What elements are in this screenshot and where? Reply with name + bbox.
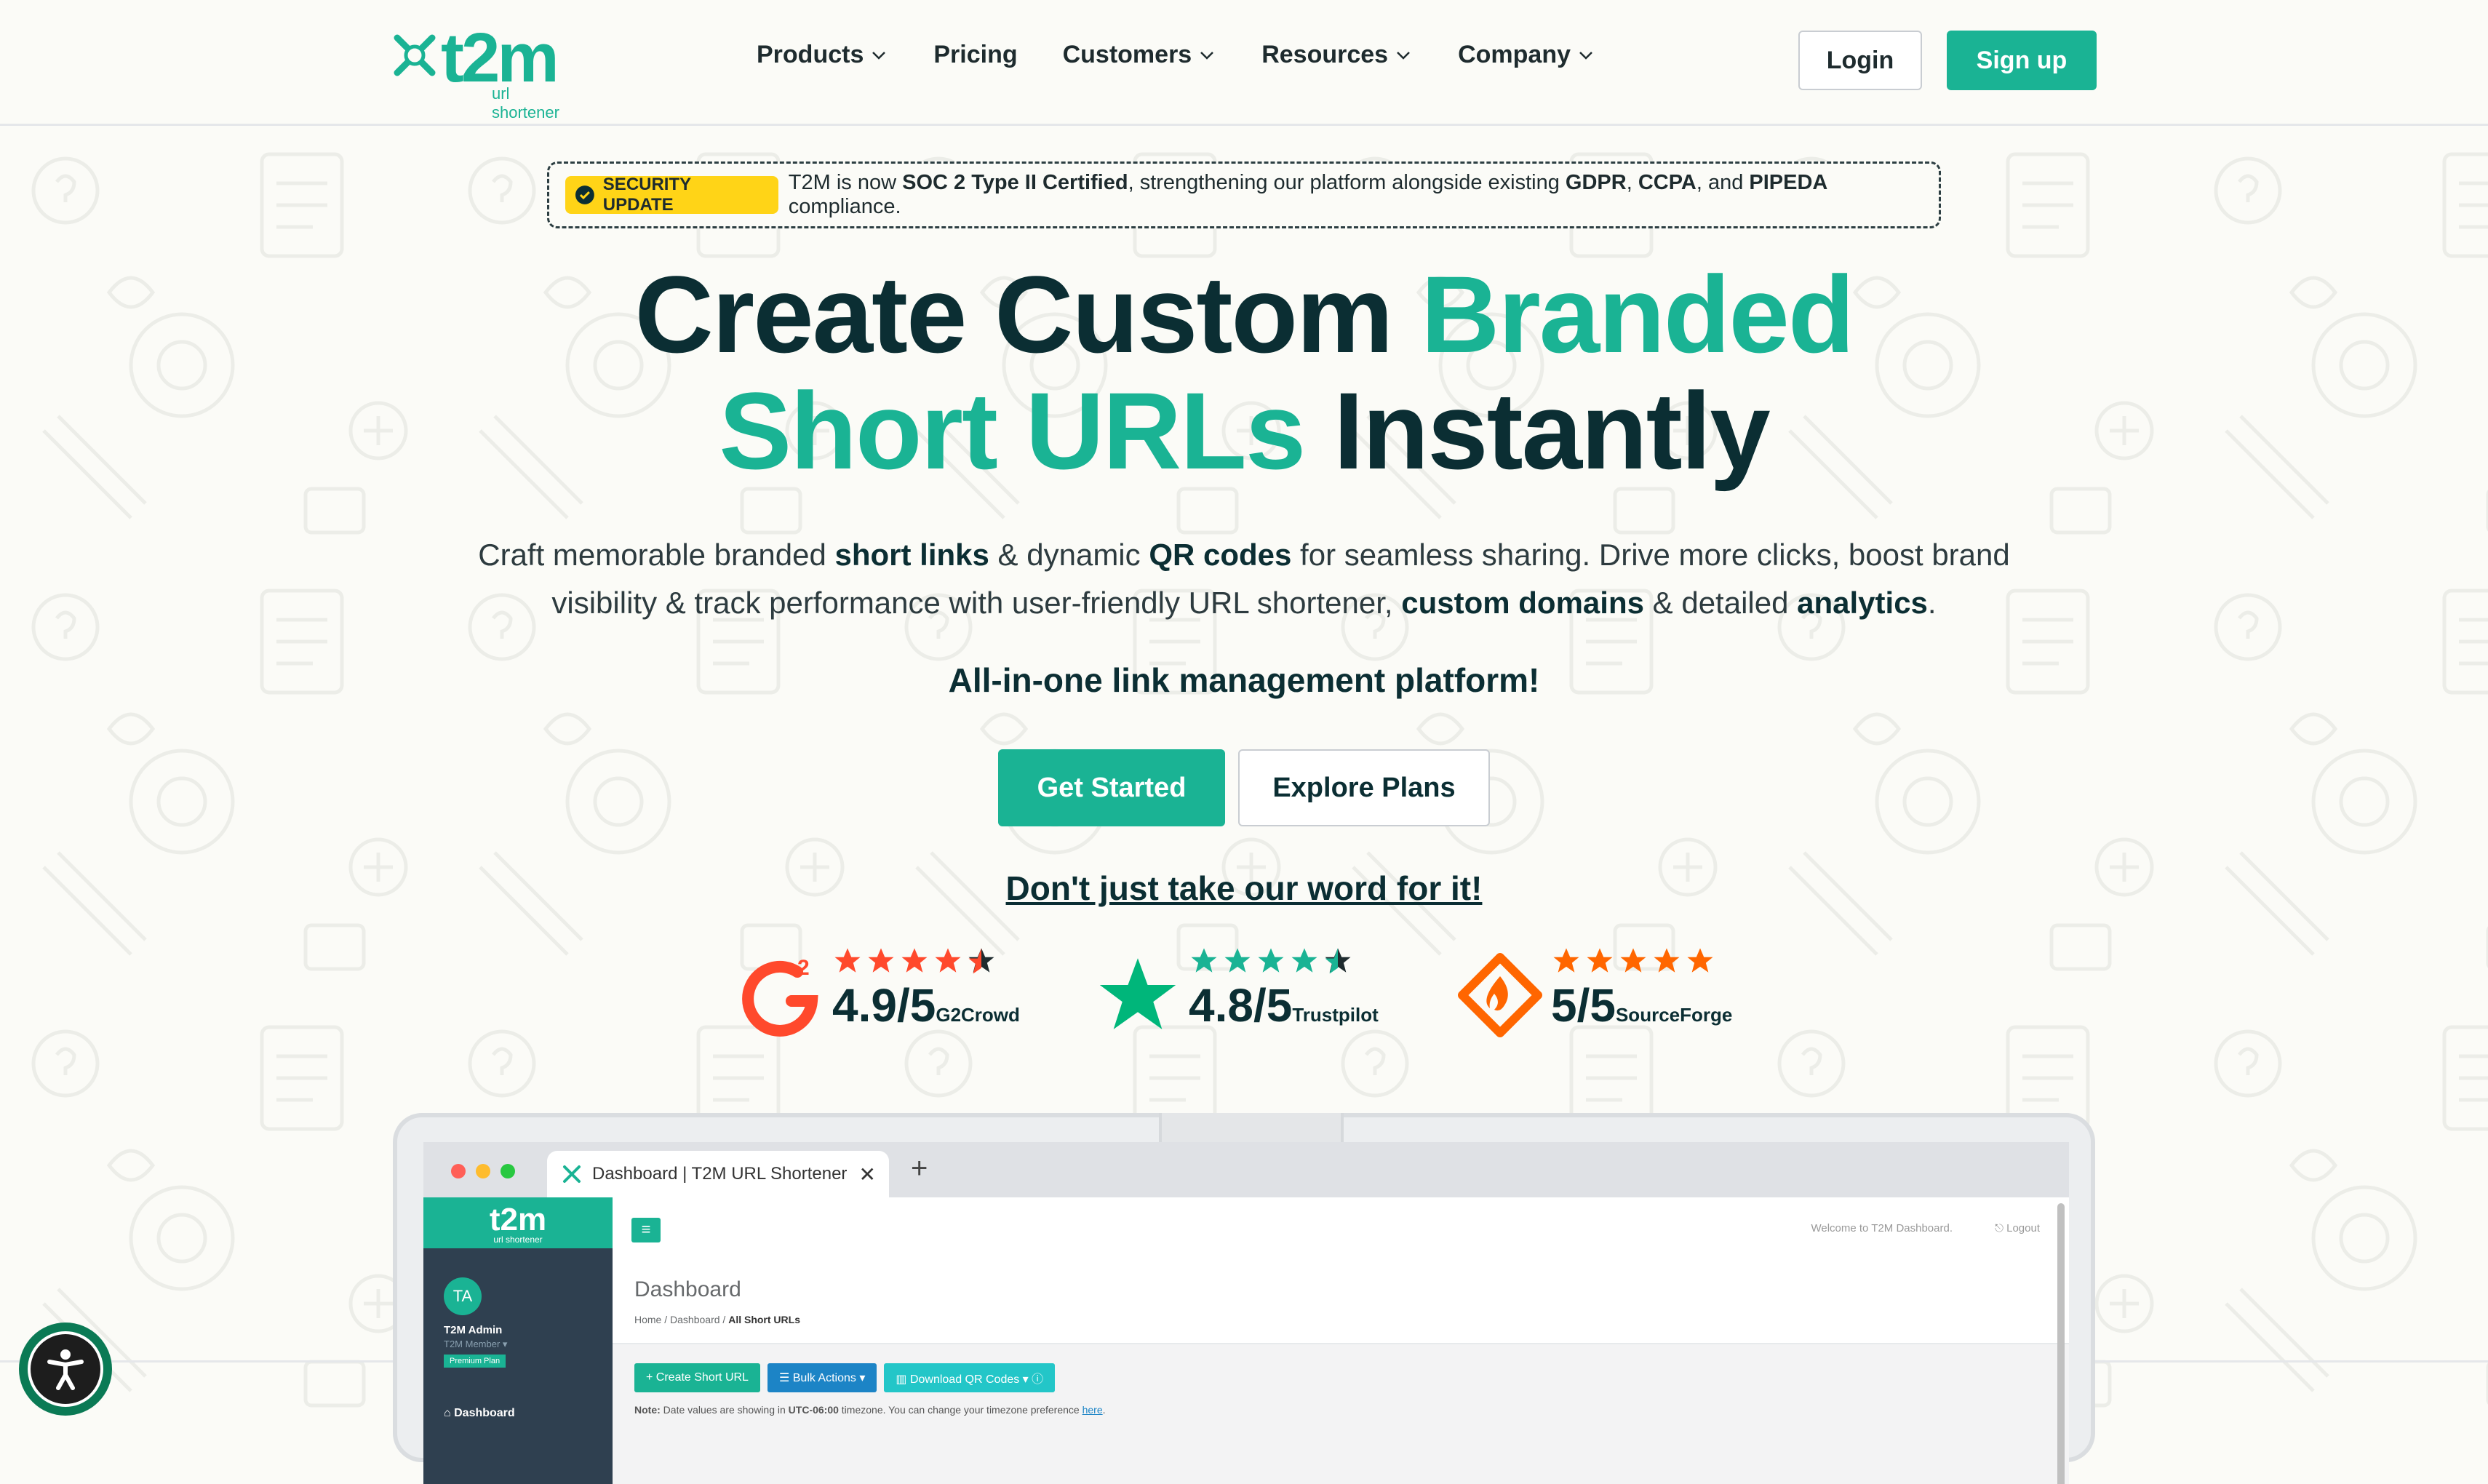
logout-link: ⎋ Logout (1995, 1222, 2040, 1234)
mockup-content: Dashboard Home / Dashboard / All Short U… (613, 1263, 2069, 1484)
svg-text:2: 2 (797, 956, 810, 980)
mockup-page-header: Dashboard Home / Dashboard / All Short U… (613, 1263, 2069, 1344)
user-role: T2M Member ▾ (444, 1339, 508, 1349)
hero-title: Create Custom Branded Short URLs Instant… (0, 256, 2488, 489)
trustpilot-star-icon (1099, 958, 1176, 1029)
new-tab-icon: + (911, 1152, 928, 1184)
nav-resources[interactable]: Resources (1261, 41, 1413, 69)
nav-products[interactable]: Products (757, 41, 888, 69)
star-icon (1587, 948, 1613, 973)
nav-pricing[interactable]: Pricing (933, 41, 1017, 69)
bulk-actions-button: ☰ Bulk Actions ▾ (767, 1363, 877, 1392)
login-button[interactable]: Login (1798, 31, 1922, 90)
star-icon (935, 948, 961, 973)
signup-button[interactable]: Sign up (1947, 31, 2097, 90)
hero-title-line-2: Short URLs Instantly (719, 370, 1770, 492)
main-nav: Products Pricing Customers Resources Com… (757, 41, 1595, 69)
nav-company[interactable]: Company (1458, 41, 1595, 69)
star-icon (901, 948, 928, 973)
star-icon (1654, 948, 1680, 973)
sidebar-item-dashboard: ⌂ Dashboard (444, 1407, 515, 1419)
trustpilot-source-label: Trustpilot (1292, 1004, 1379, 1026)
trustpilot-score: 4.8/5Trustpilot (1189, 979, 1379, 1032)
announcement-text: T2M is now SOC 2 Type II Certified, stre… (788, 171, 1828, 218)
welcome-text: Welcome to T2M Dashboard. (1811, 1222, 1953, 1234)
chevron-down-icon (1579, 51, 1592, 60)
get-started-button[interactable]: Get Started (998, 749, 1225, 826)
star-icon (868, 948, 894, 973)
mockup-page-title: Dashboard (634, 1277, 741, 1301)
chevron-down-icon (1397, 51, 1410, 60)
window-maximize-dot (501, 1164, 515, 1178)
mockup-logo: t2m url shortener (423, 1197, 613, 1248)
nav-pricing-label: Pricing (933, 41, 1018, 68)
timezone-link: here (1082, 1404, 1103, 1416)
t2m-logo[interactable]: t2m url shortener (390, 23, 579, 121)
tab-close-icon: ✕ (858, 1163, 876, 1186)
favicon-icon (563, 1165, 581, 1183)
hero-subtitle: Craft memorable branded short links & dy… (478, 538, 2010, 620)
nav-customers-label: Customers (1062, 41, 1192, 68)
mockup-actions: + Create Short URL ☰ Bulk Actions ▾ ▥ Do… (634, 1363, 1056, 1392)
badge-label: SECURITY UPDATE (602, 175, 691, 215)
browser-chrome: Dashboard | T2M URL Shortener ✕ + (423, 1142, 2069, 1197)
social-proof-link[interactable]: Don't just take our word for it! (0, 869, 2488, 908)
logo-tagline: url shortener (492, 84, 559, 121)
g2-logo-icon: 2 (742, 956, 818, 1037)
chevron-down-icon (872, 51, 886, 60)
star-icon (1224, 948, 1251, 973)
window-minimize-dot (476, 1164, 490, 1178)
star-half-icon (1325, 948, 1351, 974)
accessibility-icon-wrapper (28, 1331, 103, 1407)
logo-mark-icon (394, 34, 436, 76)
explore-plans-button[interactable]: Explore Plans (1238, 749, 1490, 826)
mockup-screen: Dashboard | T2M URL Shortener ✕ + t2m url… (423, 1142, 2069, 1484)
star-icon (1258, 948, 1284, 973)
browser-tab-title: Dashboard | T2M URL Shortener (592, 1164, 848, 1184)
mockup-topbar: ≡ Welcome to T2M Dashboard. ⎋ Logout (613, 1197, 2069, 1264)
logo-wordmark: t2m (441, 19, 559, 97)
security-update-badge: SECURITY UPDATE (565, 175, 778, 215)
verified-check-icon (575, 186, 594, 204)
create-short-url-button: + Create Short URL (634, 1363, 760, 1392)
sourceforge-logo-icon (1458, 953, 1542, 1037)
platform-tagline: All-in-one link management platform! (948, 661, 1540, 699)
nav-customers[interactable]: Customers (1063, 41, 1217, 69)
timezone-note: Note: Date values are showing in UTC-06:… (634, 1404, 1106, 1416)
plan-badge: Premium Plan (444, 1355, 506, 1368)
star-icon (1553, 948, 1579, 973)
nav-resources-label: Resources (1261, 41, 1389, 68)
download-qr-codes-button: ▥ Download QR Codes ▾ ⓘ (884, 1363, 1056, 1392)
chevron-down-icon (1200, 51, 1214, 60)
nav-company-label: Company (1458, 41, 1571, 68)
g2-source-label: G2Crowd (936, 1004, 1020, 1026)
sourceforge-score: 5/5SourceForge (1551, 979, 1733, 1032)
sourceforge-source-label: SourceForge (1615, 1004, 1733, 1026)
user-name: T2M Admin (444, 1324, 503, 1336)
mockup-scrollbar (2057, 1203, 2065, 1484)
star-icon (834, 948, 861, 973)
sourceforge-stars (1551, 946, 1715, 976)
hero-title-line-1: Create Custom Branded (634, 253, 1854, 375)
nav-products-label: Products (757, 41, 864, 68)
browser-tab: Dashboard | T2M URL Shortener ✕ (547, 1151, 889, 1197)
avatar: TA (444, 1277, 482, 1315)
window-close-dot (451, 1164, 466, 1178)
star-icon (1620, 948, 1646, 973)
star-icon (1191, 948, 1217, 973)
accessibility-button[interactable] (19, 1323, 112, 1416)
dashboard-laptop-mockup: Dashboard | T2M URL Shortener ✕ + t2m url… (393, 1113, 2095, 1484)
accessibility-icon (47, 1349, 84, 1390)
site-header: t2m url shortener Products Pricing Custo… (0, 0, 2488, 126)
star-icon (1291, 948, 1317, 973)
security-announcement[interactable]: SECURITY UPDATE T2M is now SOC 2 Type II… (547, 161, 1941, 228)
star-half-icon (968, 948, 994, 974)
breadcrumb: Home / Dashboard / All Short URLs (634, 1314, 800, 1325)
g2-stars (832, 946, 997, 976)
trustpilot-stars (1189, 946, 1353, 976)
hamburger-menu-icon: ≡ (631, 1218, 661, 1242)
mockup-sidebar: t2m url shortener TA T2M Admin T2M Member… (423, 1197, 613, 1484)
g2-score: 4.9/5G2Crowd (832, 979, 1020, 1032)
star-icon (1687, 948, 1713, 973)
